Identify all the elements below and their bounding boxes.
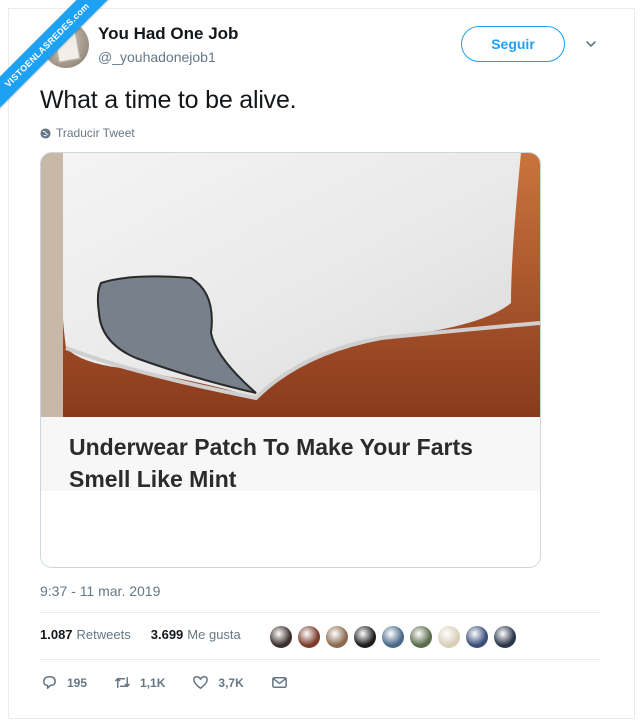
- divider: [40, 612, 600, 613]
- message-button[interactable]: [270, 673, 289, 692]
- reply-icon: [43, 676, 56, 689]
- liker-avatar[interactable]: [436, 624, 462, 650]
- watermark-text: VISTOENLASREDES.com: [0, 0, 115, 113]
- retweet-count[interactable]: 1.087: [40, 627, 73, 642]
- retweet-button[interactable]: 1,1K: [113, 673, 165, 692]
- watermark-ribbon: VISTOENLASREDES.com: [0, 0, 130, 130]
- media-caption: Underwear Patch To Make Your Farts Smell…: [69, 434, 473, 492]
- liker-avatar[interactable]: [492, 624, 518, 650]
- media-photo: [41, 153, 540, 417]
- tweet-actions: 195 1,1K 3,7K: [40, 673, 315, 692]
- like-button[interactable]: 3,7K: [191, 673, 244, 692]
- follow-button[interactable]: Seguir: [461, 26, 565, 62]
- liker-avatar[interactable]: [296, 624, 322, 650]
- envelope-icon: [271, 676, 287, 689]
- likes-label[interactable]: Me gusta: [187, 627, 240, 642]
- tweet-media[interactable]: Underwear Patch To Make Your Farts Smell…: [40, 152, 541, 568]
- liker-avatar[interactable]: [352, 624, 378, 650]
- tweet-timestamp[interactable]: 9:37 - 11 mar. 2019: [40, 583, 160, 599]
- liker-avatar[interactable]: [268, 624, 294, 650]
- like-count[interactable]: 3.699: [151, 627, 184, 642]
- reply-count: 195: [67, 675, 88, 690]
- heart-icon: [193, 676, 209, 689]
- tweet-stats: 1.087 Retweets 3.699 Me gusta: [40, 627, 241, 642]
- likers-avatars: [268, 624, 520, 650]
- liker-avatar[interactable]: [324, 624, 350, 650]
- like-action-count: 3,7K: [218, 675, 244, 690]
- liker-avatar[interactable]: [464, 624, 490, 650]
- chevron-down-icon[interactable]: [585, 38, 597, 50]
- retweets-label[interactable]: Retweets: [77, 627, 131, 642]
- liker-avatar[interactable]: [380, 624, 406, 650]
- retweet-icon: [115, 676, 130, 689]
- reply-button[interactable]: 195: [40, 673, 87, 692]
- divider: [40, 659, 600, 660]
- liker-avatar[interactable]: [408, 624, 434, 650]
- retweet-action-count: 1,1K: [140, 675, 166, 690]
